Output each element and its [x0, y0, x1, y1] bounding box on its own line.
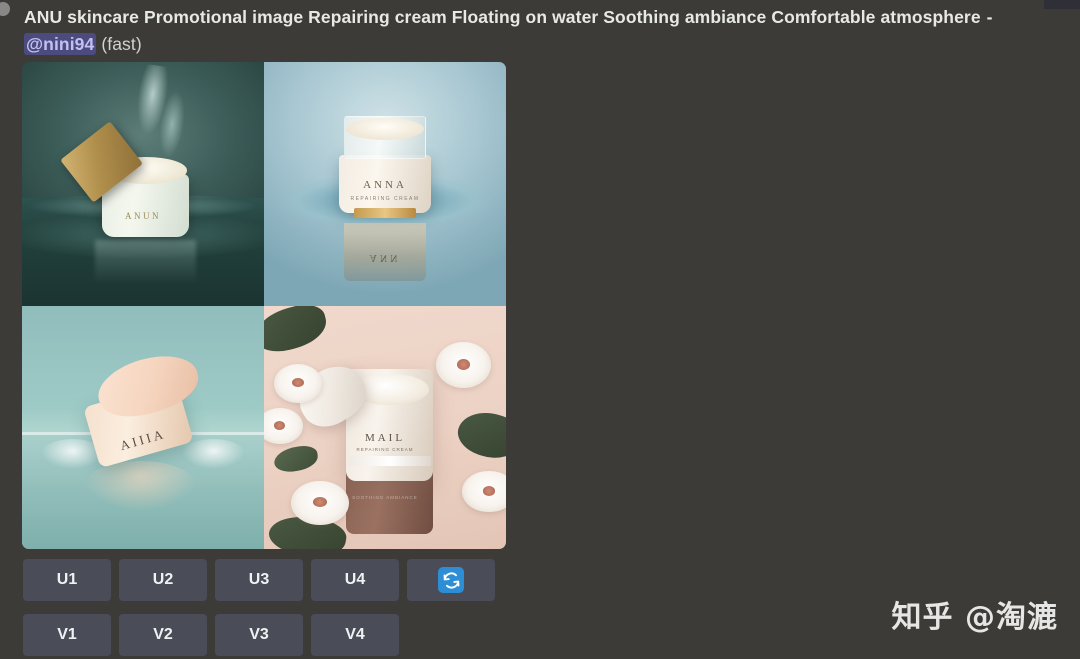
grid-image-2[interactable]: ANNA REPAIRING CREAM ANN: [264, 62, 506, 306]
image-grid[interactable]: ANUN ANNA REPAIRING CREAM ANN AIIIA MAIL…: [22, 62, 506, 549]
jar-cream: [346, 118, 424, 140]
grid-image-1[interactable]: ANUN: [22, 62, 264, 306]
variation-button-row: V1 V2 V3 V4: [23, 614, 399, 656]
upscale-button-u2[interactable]: U2: [119, 559, 207, 601]
lotus-flower: [273, 363, 323, 403]
product-brand-text: ANUN: [125, 210, 161, 221]
grid-image-4[interactable]: MAIL REPAIRING CREAM SOOTHING AMBIANCE: [264, 305, 506, 549]
variation-button-v2[interactable]: V2: [119, 614, 207, 656]
product-brand-text: ANNA: [363, 178, 407, 191]
variation-button-v1[interactable]: V1: [23, 614, 111, 656]
variation-button-v3[interactable]: V3: [215, 614, 303, 656]
prompt-separator: -: [986, 7, 993, 27]
product-brand-text: MAIL: [364, 432, 406, 445]
reroll-button[interactable]: [407, 559, 495, 601]
jar-reflection: [94, 239, 197, 284]
lotus-leaf: [264, 305, 331, 358]
jar-band: [348, 456, 431, 467]
upscale-button-u3[interactable]: U3: [215, 559, 303, 601]
lotus-flower: [290, 480, 349, 525]
jar-gold-band: [353, 208, 417, 218]
product-base-text: SOOTHING AMBIANCE: [352, 495, 418, 501]
jar-reflection: [84, 461, 197, 511]
watermark: 知乎 @淘漉: [891, 600, 1058, 635]
product-subline-text: REPAIRING CREAM: [350, 195, 420, 202]
variation-button-v4[interactable]: V4: [311, 614, 399, 656]
water-splash-right: [181, 439, 245, 469]
message-header: ANU skincare Promotional image Repairing…: [24, 4, 1016, 58]
grid-image-3[interactable]: AIIIA: [22, 305, 264, 549]
product-reflection-text: ANN: [369, 251, 401, 263]
upscale-button-u1[interactable]: U1: [23, 559, 111, 601]
user-mention[interactable]: @nini94: [24, 33, 97, 55]
window-top-strip: [1044, 0, 1080, 9]
product-subline-text: REPAIRING CREAM: [356, 446, 414, 452]
speed-flag: (fast): [101, 34, 142, 54]
lotus-flower: [462, 471, 506, 513]
upscale-button-row: U1 U2 U3 U4: [23, 559, 495, 601]
avatar: [0, 2, 10, 16]
upscale-button-u4[interactable]: U4: [311, 559, 399, 601]
prompt-text: ANU skincare Promotional image Repairing…: [24, 7, 981, 27]
refresh-icon: [438, 567, 464, 593]
midjourney-message-container: ANU skincare Promotional image Repairing…: [0, 0, 1080, 659]
lotus-flower: [435, 342, 492, 389]
